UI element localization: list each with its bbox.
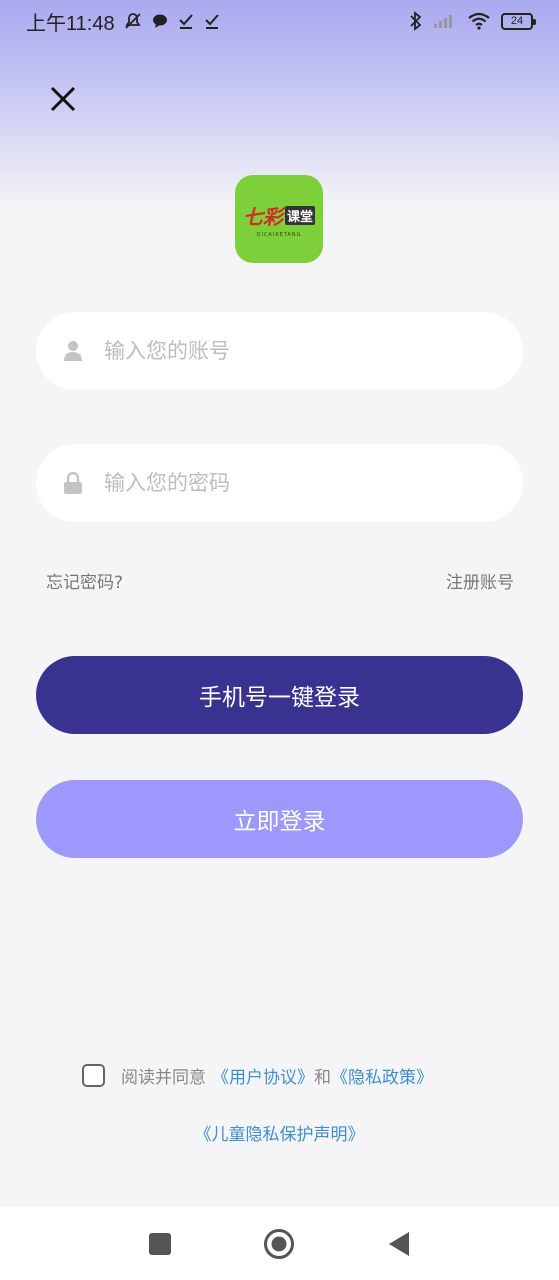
close-icon [50,86,76,112]
children-privacy-link[interactable]: 《儿童隐私保护声明》 [195,1125,365,1145]
app-logo: 七彩 课堂 QICAIKETANG [235,175,323,263]
square-icon [148,1232,171,1255]
account-input-row[interactable] [36,312,523,390]
wifi-icon [467,12,491,30]
forgot-password-link[interactable]: 忘记密码? [46,568,123,593]
mute-icon [123,11,143,31]
chat-icon [151,12,169,30]
recent-apps-button[interactable] [140,1224,180,1264]
logo-subtitle: QICAIKETANG [256,231,302,238]
battery-icon: 24 [501,12,536,30]
check-icon [203,12,221,30]
children-privacy-row: 《儿童隐私保护声明》 [0,1120,559,1145]
signal-icon [433,13,457,29]
status-time: 上午11:48 [26,7,115,36]
account-input[interactable] [104,339,484,363]
logo-brand-red: 七彩 [242,204,283,229]
system-nav-bar [0,1207,559,1280]
login-now-button[interactable]: 立即登录 [36,780,523,858]
back-triangle-icon [389,1231,410,1256]
back-button[interactable] [379,1224,419,1264]
battery-level: 24 [510,15,524,27]
time-prefix: 上午 [26,12,66,35]
bluetooth-icon [409,11,423,31]
user-icon [62,340,84,362]
close-button[interactable] [46,82,80,116]
password-input-row[interactable] [36,444,523,522]
agree-checkbox[interactable] [82,1064,105,1087]
check-icon [177,12,195,30]
privacy-policy-link[interactable]: 《隐私政策》 [331,1063,433,1088]
time-value: 11:48 [66,12,115,35]
logo-brand-box: 课堂 [284,205,315,225]
password-input[interactable] [104,471,484,495]
home-circle-icon [264,1228,295,1259]
user-agreement-link[interactable]: 《用户协议》 [212,1063,314,1088]
status-icons-left [123,11,221,31]
logo-wordmark: 七彩 课堂 [243,201,315,230]
login-now-label: 立即登录 [233,809,326,835]
one-click-login-label: 手机号一键登录 [199,685,360,711]
status-right: 24 [409,11,536,31]
form-links: 忘记密码? 注册账号 [46,568,514,593]
agreement-prefix: 阅读并同意 [121,1068,206,1088]
one-click-login-button[interactable]: 手机号一键登录 [36,656,523,734]
agreement-row: 阅读并同意 《用户协议》 和 《隐私政策》 [82,1063,433,1088]
lock-icon [62,472,84,494]
status-left: 上午11:48 [26,7,221,36]
home-button[interactable] [259,1224,299,1264]
agreement-and: 和 [314,1068,331,1088]
register-link[interactable]: 注册账号 [446,568,514,593]
status-bar: 上午11:48 24 [0,0,559,42]
